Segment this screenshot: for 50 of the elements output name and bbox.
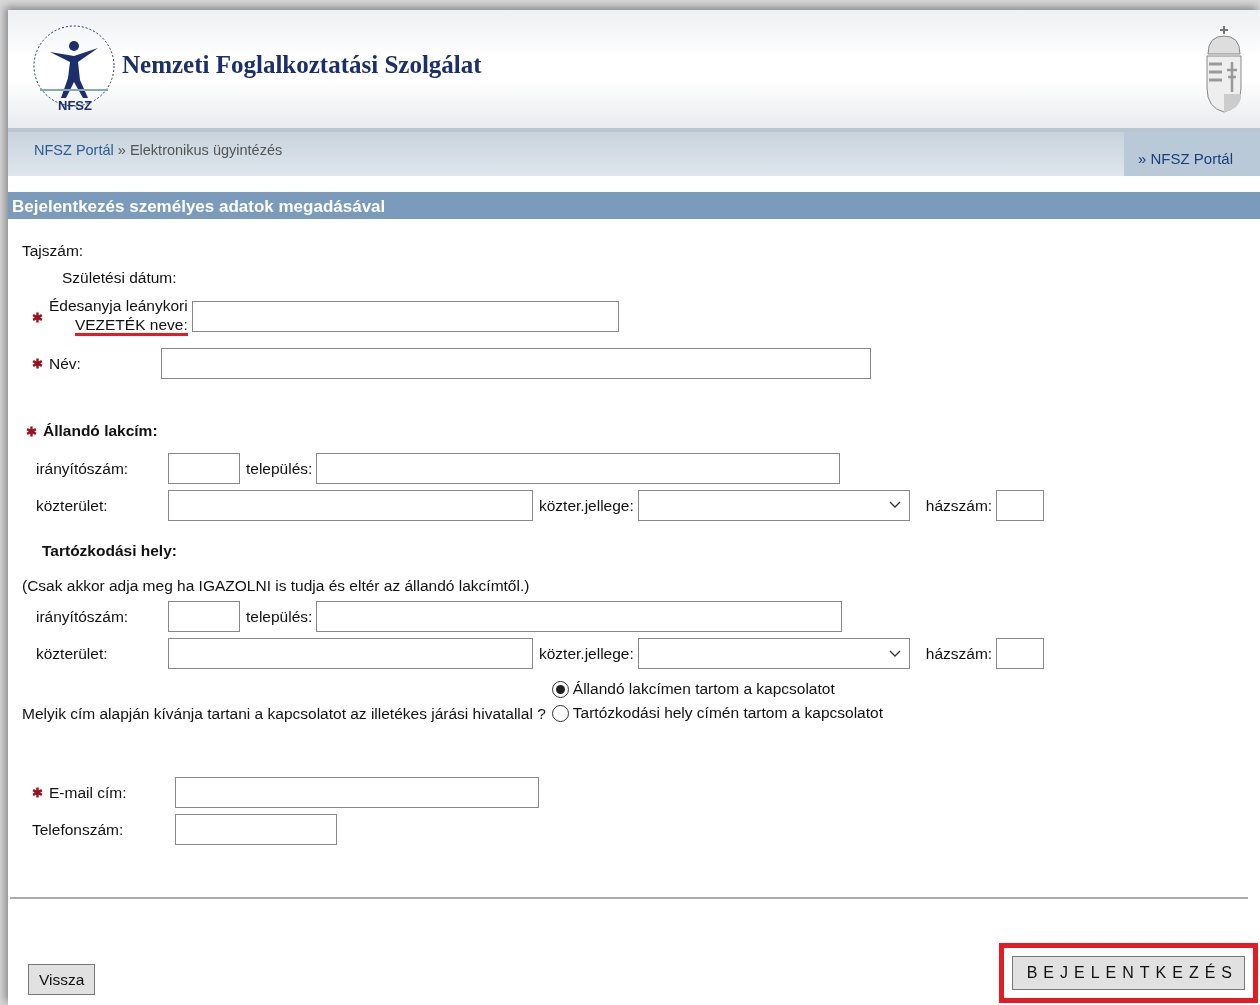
chevron-down-icon [888,649,901,658]
login-button[interactable]: BEJELENTKEZÉS [1011,956,1245,991]
portal-link[interactable]: » NFSZ Portál [1124,132,1260,176]
input-field[interactable] [168,452,240,484]
field-label: irányítószám: [36,607,130,628]
input-field[interactable] [191,300,619,332]
select-field[interactable] [637,489,910,521]
field-label: közter.jellege: [539,495,634,516]
radio-option[interactable]: Állandó lakcímen tartom a kapcsolatot [551,677,883,702]
field-label: közterület: [36,644,109,665]
section-heading: Tartózkodási hely: [42,540,177,561]
input-field[interactable] [175,777,539,809]
field-label: Név: [49,354,82,375]
field-label: település: [246,607,313,628]
section-title: Bejelentkezés személyes adatok megadásával [8,192,1260,219]
input-field[interactable] [175,814,337,846]
input-field[interactable] [161,348,871,380]
field-label: közterület: [36,495,109,516]
field-label: házszám: [925,644,993,665]
field-label: közter.jellege: [539,644,634,665]
input-field[interactable] [996,489,1045,521]
input-field[interactable] [996,638,1045,670]
field-label: Telefonszám: [32,820,125,841]
field-label: E-mail cím: [49,783,128,804]
breadcrumb-link[interactable]: NFSZ Portál [34,142,114,158]
input-field[interactable] [168,638,533,670]
breadcrumb-current: Elektronikus ügyintézés [129,142,283,158]
field-label: házszám: [925,495,993,516]
select-field[interactable] [637,638,910,670]
input-field[interactable] [316,601,843,633]
back-button[interactable]: Vissza [28,964,96,996]
field-label: irányítószám: [36,458,130,479]
logo-text: NFSZ [58,97,92,113]
field-label: Tajszám: [22,241,84,261]
input-field[interactable] [168,489,533,521]
input-field[interactable] [168,601,240,633]
field-label: Születési dátum: [62,268,177,289]
field-label: település: [246,458,313,479]
address-note: (Csak akkor adja meg ha IGAZOLNI is tudja és eltér az állandó lakcímtől.) [22,575,531,596]
section-heading: Állandó lakcím: [43,421,158,442]
field-label: Édesanyja leánykori [49,295,188,316]
breadcrumb-separator: » [116,142,127,158]
site-title: Nemzeti Foglalkoztatási Szolgálat [122,51,482,79]
radio-option[interactable]: Tartózkodási hely címén tartom a kapcsolatot [551,701,883,726]
question-text: Melyik cím alapján kívánja tartani a kapcsolatot az illetékes járási hivatallal ? [22,703,546,724]
radio-button[interactable] [551,680,569,698]
field-label: VEZETÉK neve: [74,315,188,337]
chevron-down-icon [888,501,901,510]
input-field[interactable] [316,452,841,484]
radio-button[interactable] [551,704,569,722]
